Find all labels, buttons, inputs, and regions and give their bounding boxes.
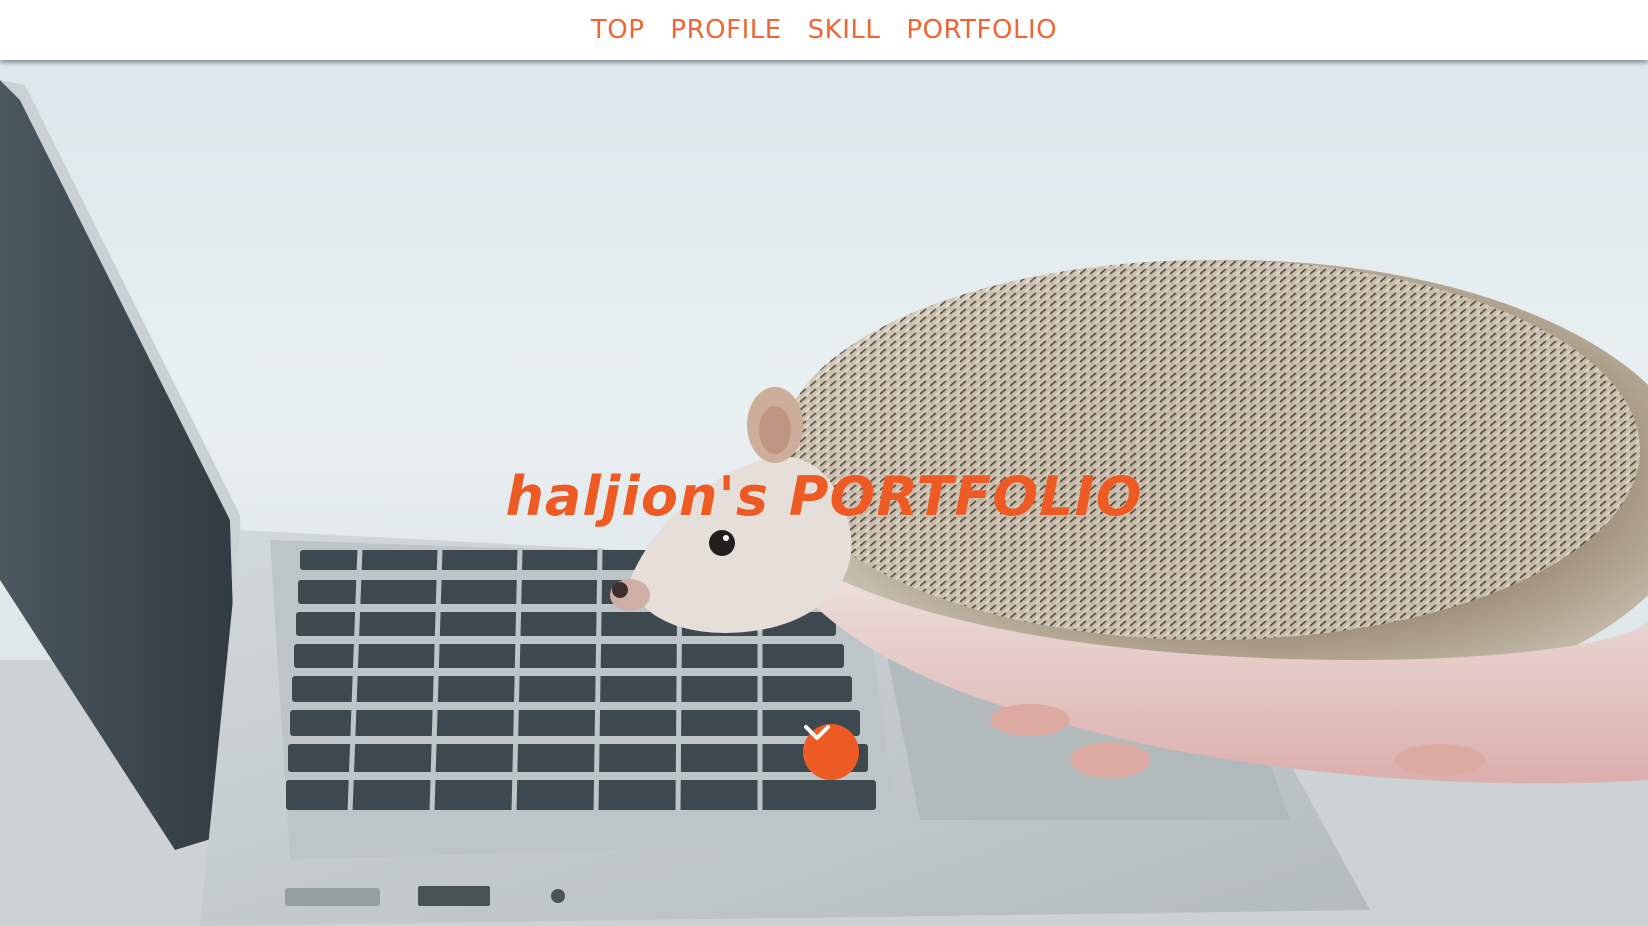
hero-section: haljion's PORTFOLIO xyxy=(0,60,1648,926)
hero-title: haljion's PORTFOLIO xyxy=(505,465,1143,528)
top-nav: TOP PROFILE SKILL PORTFOLIO xyxy=(0,0,1648,60)
nav-item-profile[interactable]: PROFILE xyxy=(670,15,781,45)
scroll-down-button[interactable] xyxy=(803,724,859,780)
chevron-down-icon xyxy=(804,725,830,740)
nav-item-top[interactable]: TOP xyxy=(591,15,645,45)
nav-item-portfolio[interactable]: PORTFOLIO xyxy=(906,15,1057,45)
nav-item-skill[interactable]: SKILL xyxy=(808,15,881,45)
